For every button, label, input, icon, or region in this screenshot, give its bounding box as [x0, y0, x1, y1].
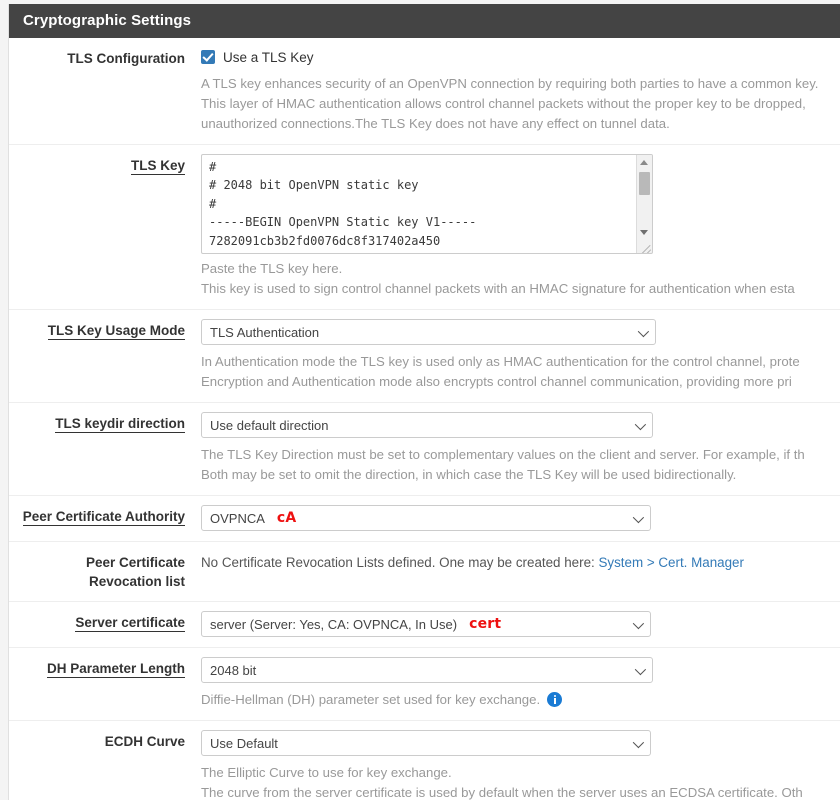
help-tls-key-usage-mode: In Authentication mode the TLS key is us… [201, 352, 840, 392]
chevron-down-icon [632, 511, 645, 524]
label-text: DH Parameter Length [46, 661, 185, 678]
row-tls-key: TLS Key # # 2048 bit OpenVPN static key … [9, 145, 840, 310]
chevron-down-icon [632, 617, 645, 630]
label-tls-keydir-direction: TLS keydir direction [9, 412, 201, 433]
cryptographic-settings-panel: Cryptographic Settings TLS Configuration… [8, 4, 840, 800]
help-line: In Authentication mode the TLS key is us… [201, 354, 800, 369]
row-peer-certificate-authority: Peer Certificate Authority OVPNCA cA [9, 496, 840, 542]
select-value: server (Server: Yes, CA: OVPNCA, In Use) [210, 616, 458, 632]
row-tls-key-usage-mode: TLS Key Usage Mode TLS Authentication In… [9, 310, 840, 403]
use-tls-key-label: Use a TLS Key [223, 49, 314, 65]
tls-key-textarea[interactable]: # # 2048 bit OpenVPN static key # -----B… [201, 154, 653, 254]
help-line: unauthorized connections.The TLS Key doe… [201, 116, 670, 131]
label-line1: Peer Certificate [85, 555, 185, 570]
panel-body: TLS Configuration Use a TLS Key A TLS ke… [9, 38, 840, 800]
ecdh-curve-select[interactable]: Use Default [201, 730, 651, 756]
annotation-ca: cA [276, 510, 297, 526]
help-tls-key: Paste the TLS key here. This key is used… [201, 259, 840, 299]
help-tls-keydir-direction: The TLS Key Direction must be set to com… [201, 445, 840, 485]
chevron-down-icon [632, 736, 645, 749]
label-peer-certificate-revocation-list: Peer Certificate Revocation list [9, 551, 201, 591]
select-value: 2048 bit [210, 662, 257, 678]
row-peer-certificate-revocation-list: Peer Certificate Revocation list No Cert… [9, 542, 840, 602]
label-text: TLS keydir direction [55, 416, 185, 433]
help-line: Diffie-Hellman (DH) parameter set used f… [201, 692, 541, 707]
server-certificate-select[interactable]: server (Server: Yes, CA: OVPNCA, In Use)… [201, 611, 651, 637]
scrollbar-thumb[interactable] [639, 172, 650, 195]
field-dh-parameter-length: 2048 bit Diffie-Hellman (DH) parameter s… [201, 657, 840, 710]
help-line: The curve from the server certificate is… [201, 785, 803, 800]
help-dh-parameter-length: Diffie-Hellman (DH) parameter set used f… [201, 690, 840, 710]
label-dh-parameter-length: DH Parameter Length [9, 657, 201, 678]
row-tls-keydir-direction: TLS keydir direction Use default directi… [9, 403, 840, 496]
help-line: Both may be set to omit the direction, i… [201, 467, 737, 482]
label-tls-configuration: TLS Configuration [67, 51, 185, 66]
label-text: TLS Key Usage Mode [47, 323, 185, 340]
panel-title: Cryptographic Settings [9, 4, 840, 38]
field-server-certificate: server (Server: Yes, CA: OVPNCA, In Use)… [201, 611, 840, 637]
field-peer-certificate-revocation-list: No Certificate Revocation Lists defined.… [201, 551, 840, 573]
scroll-up-icon[interactable] [637, 155, 652, 170]
label-tls-key-usage-mode: TLS Key Usage Mode [9, 319, 201, 340]
select-value: OVPNCA [210, 510, 265, 526]
select-value: TLS Authentication [210, 324, 320, 340]
crl-status-text: No Certificate Revocation Lists defined.… [201, 551, 840, 573]
row-dh-parameter-length: DH Parameter Length 2048 bit Diffie-Hell… [9, 648, 840, 721]
help-line: A TLS key enhances security of an OpenVP… [201, 76, 819, 91]
row-ecdh-curve: ECDH Curve Use Default The Elliptic Curv… [9, 721, 840, 800]
row-tls-configuration: TLS Configuration Use a TLS Key A TLS ke… [9, 38, 840, 145]
field-tls-key-usage-mode: TLS Authentication In Authentication mod… [201, 319, 840, 392]
label-server-certificate: Server certificate [9, 611, 201, 632]
tls-keydir-direction-select[interactable]: Use default direction [201, 412, 653, 438]
label-tls-key: TLS Key [9, 154, 201, 175]
label-text: TLS Key [130, 158, 185, 175]
chevron-down-icon [634, 418, 647, 431]
field-tls-key: # # 2048 bit OpenVPN static key # -----B… [201, 154, 840, 299]
field-tls-keydir-direction: Use default direction The TLS Key Direct… [201, 412, 840, 485]
chevron-down-icon [637, 325, 650, 338]
label-text: Peer Certificate Authority [22, 509, 185, 526]
peer-certificate-authority-select[interactable]: OVPNCA cA [201, 505, 651, 531]
field-ecdh-curve: Use Default The Elliptic Curve to use fo… [201, 730, 840, 800]
cert-manager-link[interactable]: System > Cert. Manager [598, 555, 744, 570]
help-tls-configuration: A TLS key enhances security of an OpenVP… [201, 74, 840, 134]
field-peer-certificate-authority: OVPNCA cA [201, 505, 840, 531]
check-icon[interactable] [201, 50, 215, 64]
help-ecdh-curve: The Elliptic Curve to use for key exchan… [201, 763, 840, 800]
use-tls-key-checkbox-row[interactable]: Use a TLS Key [201, 47, 840, 67]
label-line2: Revocation list [88, 574, 185, 589]
help-line: This layer of HMAC authentication allows… [201, 96, 806, 111]
help-line: Paste the TLS key here. [201, 261, 343, 276]
label-peer-certificate-authority: Peer Certificate Authority [9, 505, 201, 526]
help-line: This key is used to sign control channel… [201, 281, 795, 296]
label-ecdh-curve: ECDH Curve [104, 734, 185, 749]
info-icon[interactable] [547, 692, 563, 707]
page-root: Cryptographic Settings TLS Configuration… [0, 0, 840, 800]
select-value: Use default direction [210, 417, 329, 433]
help-line: The Elliptic Curve to use for key exchan… [201, 765, 452, 780]
help-line: The TLS Key Direction must be set to com… [201, 447, 805, 462]
help-line: Encryption and Authentication mode also … [201, 374, 792, 389]
crl-status-message: No Certificate Revocation Lists defined.… [201, 555, 599, 570]
chevron-down-icon [634, 663, 647, 676]
select-value: Use Default [210, 735, 278, 751]
row-server-certificate: Server certificate server (Server: Yes, … [9, 602, 840, 648]
field-tls-configuration: Use a TLS Key A TLS key enhances securit… [201, 47, 840, 134]
label-text: Server certificate [75, 615, 185, 632]
tls-key-usage-mode-select[interactable]: TLS Authentication [201, 319, 656, 345]
annotation-cert: cert [469, 616, 502, 632]
dh-parameter-length-select[interactable]: 2048 bit [201, 657, 653, 683]
tls-key-textarea-value: # # 2048 bit OpenVPN static key # -----B… [209, 160, 477, 248]
resize-grip-icon[interactable] [637, 238, 652, 253]
